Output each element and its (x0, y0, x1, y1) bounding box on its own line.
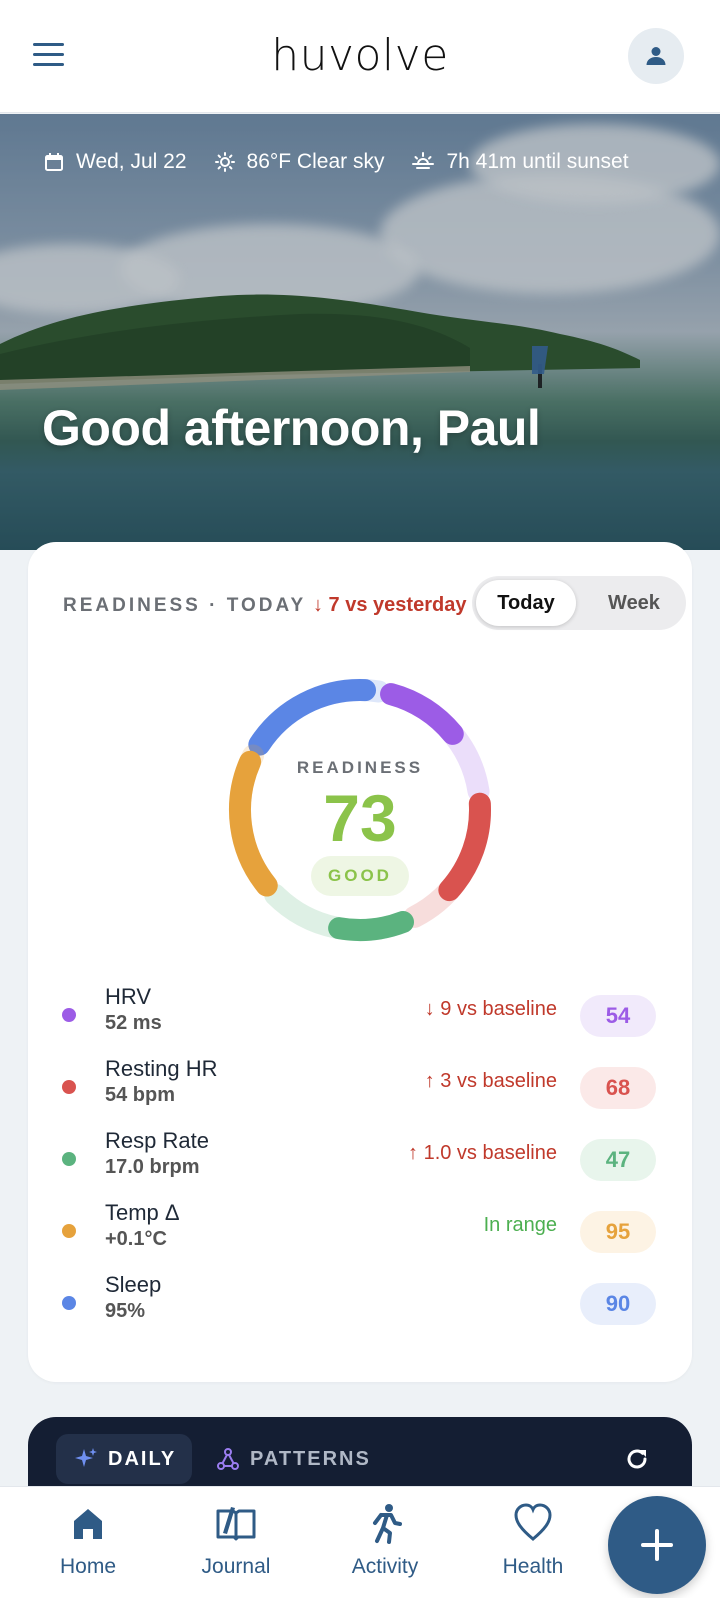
sunset-label: 7h 41m until sunset (446, 150, 629, 173)
metric-score-pill: 95 (580, 1211, 656, 1253)
metric-score-pill: 54 (580, 995, 656, 1037)
readiness-ring: READINESS 73 GOOD (220, 670, 500, 950)
tab-patterns[interactable]: PATTERNS (216, 1434, 371, 1484)
network-icon (217, 1448, 239, 1470)
metric-row-resting-hr[interactable]: Resting HR 54 bpm ↑ 3 vs baseline 68 (28, 1054, 692, 1118)
metric-color-dot (62, 1080, 76, 1094)
metric-color-dot (62, 1152, 76, 1166)
heart-icon (514, 1503, 552, 1541)
metric-name: HRV (105, 984, 152, 1009)
period-toggle: Today Week (472, 576, 686, 630)
nav-home[interactable]: Home (28, 1501, 148, 1591)
nav-health[interactable]: Health (473, 1501, 593, 1591)
metric-row-sleep[interactable]: Sleep 95% 90 (28, 1270, 692, 1334)
readiness-score: 73 (323, 781, 397, 855)
metric-color-dot (62, 1296, 76, 1310)
metric-row-temp[interactable]: Temp Δ +0.1°C In range 95 (28, 1198, 692, 1262)
readiness-delta: ↓ 7 vs yesterday (313, 594, 467, 616)
user-icon (646, 47, 666, 65)
metric-value: 52 ms (105, 1012, 162, 1034)
date-label: Wed, Jul 22 (76, 150, 187, 173)
metric-change: ↓ 9 vs baseline (424, 998, 557, 1020)
readiness-title: READINESS · TODAY (63, 595, 307, 616)
hero-sunset: 7h 41m until sunset (412, 150, 629, 174)
metric-change: ↑ 3 vs baseline (424, 1070, 557, 1092)
toggle-today[interactable]: Today (476, 580, 576, 626)
ring-segment-resp-rate (328, 911, 414, 941)
nav-health-label: Health (502, 1555, 564, 1578)
toggle-week[interactable]: Week (584, 580, 684, 626)
sun-icon (214, 152, 235, 172)
greeting-heading: Good afternoon, Paul (42, 400, 541, 456)
metric-score-pill: 68 (580, 1067, 656, 1109)
readiness-status-badge: GOOD (311, 856, 409, 896)
tab-patterns-label: PATTERNS (250, 1447, 371, 1470)
metric-value: +0.1°C (105, 1228, 167, 1250)
nav-activity-label: Activity (351, 1555, 419, 1578)
tab-daily-label: DAILY (108, 1447, 177, 1470)
metric-name: Resting HR (105, 1056, 218, 1081)
readiness-card: READINESS · TODAY ↓ 7 vs yesterday Today… (28, 542, 692, 1382)
refresh-icon[interactable] (622, 1444, 652, 1474)
running-icon (373, 1504, 402, 1544)
ring-segment-hrv (380, 683, 464, 745)
ring-segment-sleep (248, 679, 377, 756)
metric-value: 95% (105, 1300, 146, 1322)
metric-name: Sleep (105, 1272, 162, 1297)
metric-change: ↑ 1.0 vs baseline (408, 1142, 557, 1164)
metric-row-hrv[interactable]: HRV 52 ms ↓ 9 vs baseline 54 (28, 982, 692, 1046)
tab-daily[interactable]: DAILY (56, 1434, 192, 1484)
plus-icon (641, 1529, 673, 1561)
home-icon (74, 1509, 102, 1539)
hero-weather: 86°F Clear sky (214, 150, 385, 174)
calendar-icon (45, 153, 63, 171)
metric-value: 54 bpm (105, 1084, 176, 1106)
metric-score-pill: 47 (580, 1139, 656, 1181)
ring-label: READINESS (296, 758, 424, 777)
sunset-icon (412, 152, 435, 169)
nav-journal-label: Journal (201, 1555, 271, 1578)
profile-button[interactable] (628, 28, 684, 84)
metric-color-dot (62, 1224, 76, 1238)
sparkle-icon (75, 1448, 97, 1467)
metric-color-dot (62, 1008, 76, 1022)
nav-home-label: Home (59, 1555, 117, 1578)
metric-score-pill: 90 (580, 1283, 656, 1325)
weather-label: 86°F Clear sky (246, 150, 385, 173)
metric-name: Resp Rate (105, 1128, 209, 1153)
hero-date: Wed, Jul 22 (44, 150, 187, 174)
book-icon (216, 1507, 256, 1541)
hero-banner: Wed, Jul 22 86°F Clear sky 7h 41m until … (0, 114, 720, 550)
metric-change: In range (483, 1214, 557, 1236)
metric-value: 17.0 brpm (105, 1156, 200, 1178)
nav-journal[interactable]: Journal (176, 1501, 296, 1591)
app-logo: huvolve (271, 30, 449, 81)
add-button[interactable] (608, 1496, 706, 1594)
app-header: huvolve (0, 0, 720, 113)
metric-name: Temp Δ (105, 1200, 180, 1225)
nav-activity[interactable]: Activity (325, 1501, 445, 1591)
metric-row-resp-rate[interactable]: Resp Rate 17.0 brpm ↑ 1.0 vs baseline 47 (28, 1126, 692, 1190)
